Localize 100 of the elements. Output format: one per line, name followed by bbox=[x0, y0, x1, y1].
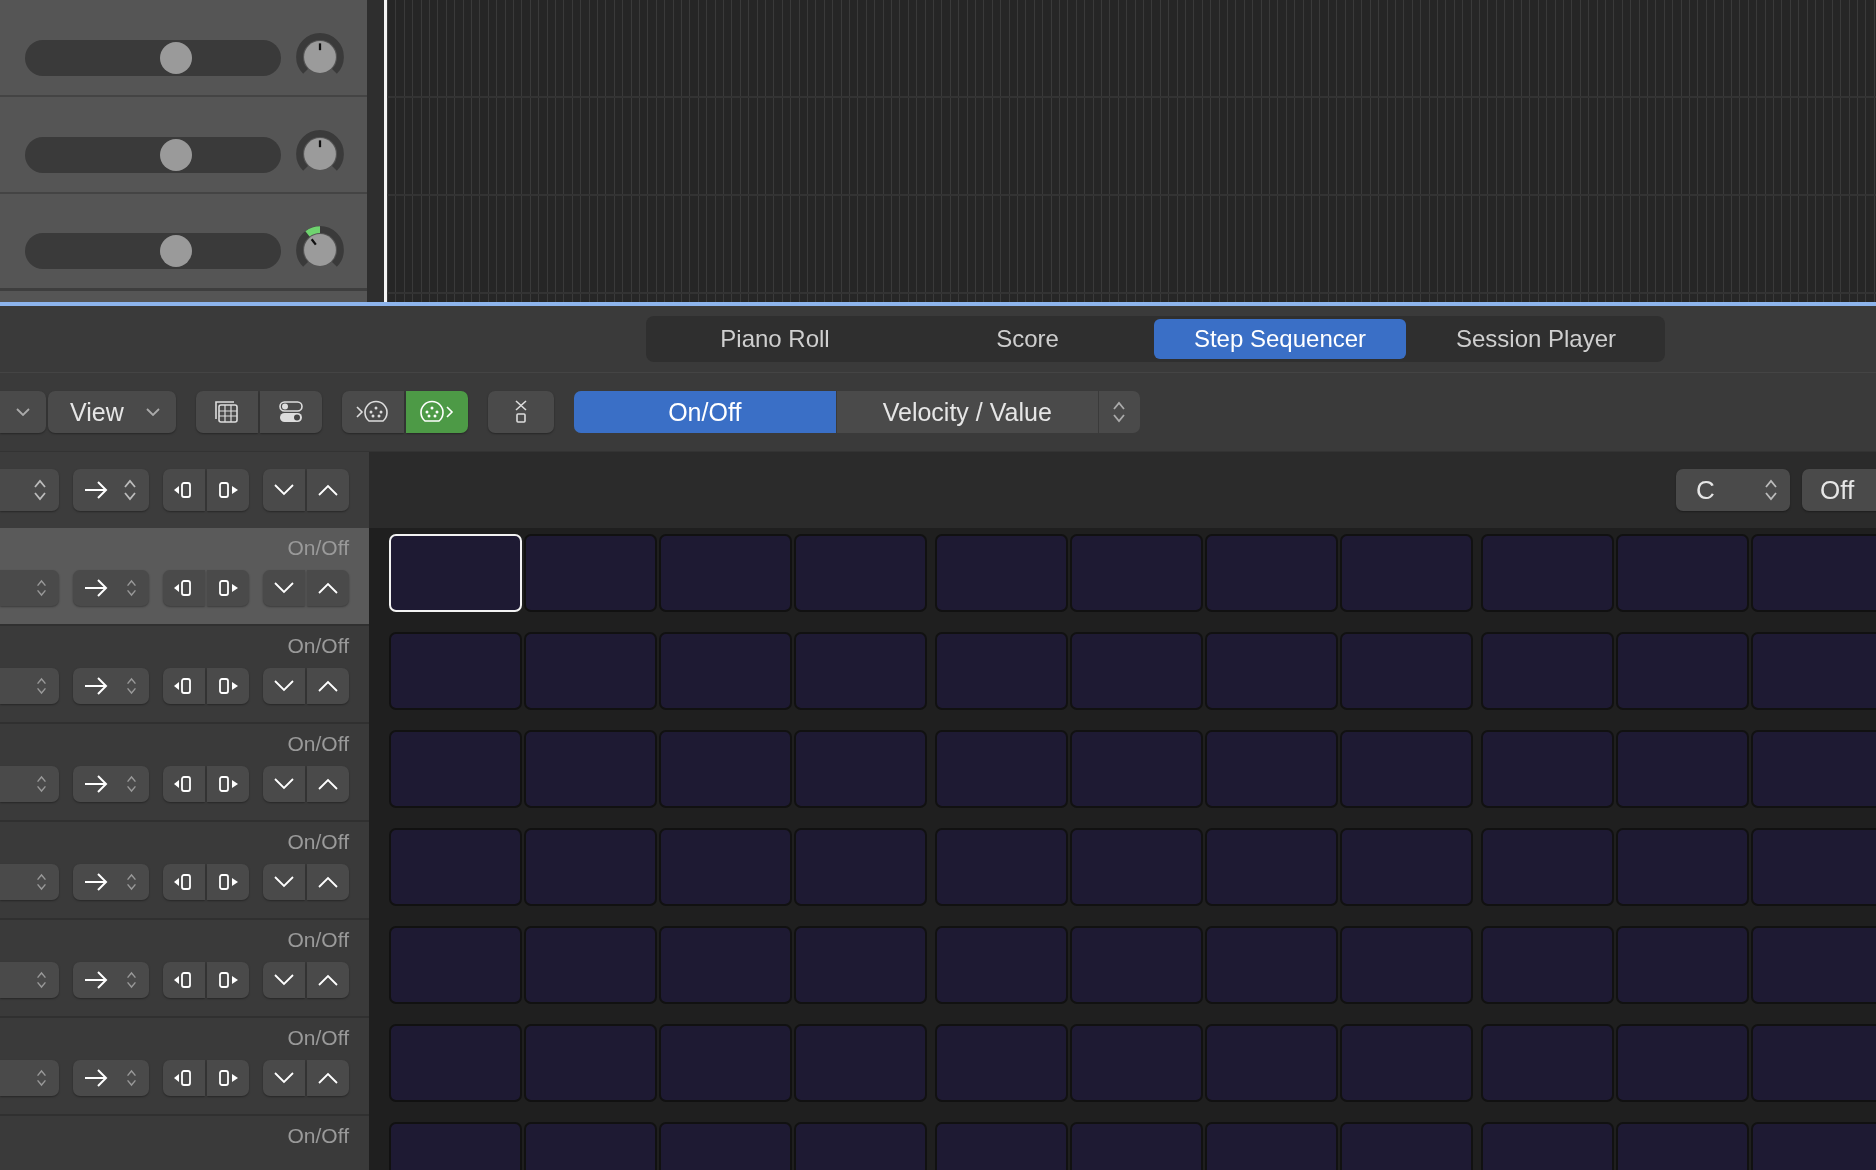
step-cell[interactable] bbox=[1481, 828, 1614, 906]
volume-slider-thumb[interactable] bbox=[159, 235, 192, 267]
shift-left-button[interactable] bbox=[163, 766, 205, 802]
row-header[interactable]: On/Off bbox=[0, 1018, 369, 1116]
direction-stepper[interactable] bbox=[73, 962, 149, 998]
direction-stepper[interactable] bbox=[73, 570, 149, 606]
volume-slider-thumb[interactable] bbox=[159, 139, 192, 171]
step-cell[interactable] bbox=[1205, 828, 1338, 906]
step-cell[interactable] bbox=[935, 534, 1068, 612]
step-cell[interactable] bbox=[389, 632, 522, 710]
row-header[interactable]: On/Off bbox=[0, 822, 369, 920]
note-stepper[interactable] bbox=[0, 469, 59, 511]
step-cell[interactable] bbox=[935, 828, 1068, 906]
step-cell[interactable] bbox=[1481, 926, 1614, 1004]
step-cell[interactable] bbox=[1751, 632, 1876, 710]
move-up-button[interactable] bbox=[307, 469, 349, 511]
step-cell[interactable] bbox=[935, 730, 1068, 808]
view-menu[interactable]: View bbox=[48, 391, 176, 433]
row-header[interactable]: On/Off bbox=[0, 1116, 369, 1170]
volume-slider[interactable] bbox=[25, 137, 281, 173]
step-cell[interactable] bbox=[659, 534, 792, 612]
edit-mode-option[interactable]: Velocity / Value bbox=[835, 391, 1098, 433]
move-down-button[interactable] bbox=[263, 962, 305, 998]
shift-left-button[interactable] bbox=[163, 962, 205, 998]
step-cell[interactable] bbox=[1205, 1024, 1338, 1102]
step-cell[interactable] bbox=[1481, 534, 1614, 612]
step-cell[interactable] bbox=[1340, 926, 1473, 1004]
step-cell[interactable] bbox=[1070, 1024, 1203, 1102]
move-up-button[interactable] bbox=[307, 864, 349, 900]
shift-right-button[interactable] bbox=[207, 668, 249, 704]
move-down-button[interactable] bbox=[263, 864, 305, 900]
editor-tab[interactable]: Step Sequencer bbox=[1154, 319, 1406, 359]
midi-out-button[interactable] bbox=[405, 391, 468, 433]
step-cell[interactable] bbox=[659, 926, 792, 1004]
step-cell[interactable] bbox=[1751, 926, 1876, 1004]
edit-mode-option[interactable]: On/Off bbox=[573, 391, 836, 433]
move-down-button[interactable] bbox=[263, 570, 305, 606]
grid-view-button[interactable] bbox=[195, 391, 258, 433]
row-header[interactable]: On/Off bbox=[0, 724, 369, 822]
step-cell[interactable] bbox=[389, 926, 522, 1004]
move-up-button[interactable] bbox=[307, 766, 349, 802]
step-cell[interactable] bbox=[389, 1024, 522, 1102]
step-cell[interactable] bbox=[1616, 828, 1749, 906]
step-cell[interactable] bbox=[1616, 534, 1749, 612]
step-cell[interactable] bbox=[935, 632, 1068, 710]
step-cell[interactable] bbox=[659, 632, 792, 710]
move-down-button[interactable] bbox=[263, 469, 305, 511]
step-cell[interactable] bbox=[524, 534, 657, 612]
step-cell[interactable] bbox=[935, 926, 1068, 1004]
editor-tab[interactable]: Session Player bbox=[1410, 319, 1662, 359]
step-cell[interactable] bbox=[1751, 828, 1876, 906]
direction-stepper[interactable] bbox=[73, 766, 149, 802]
step-cell[interactable] bbox=[1751, 534, 1876, 612]
editor-tab[interactable]: Score bbox=[905, 319, 1150, 359]
step-cell[interactable] bbox=[1340, 632, 1473, 710]
step-cell[interactable] bbox=[1340, 828, 1473, 906]
step-cell[interactable] bbox=[659, 1024, 792, 1102]
step-cell[interactable] bbox=[794, 534, 927, 612]
move-down-button[interactable] bbox=[263, 1060, 305, 1096]
step-cell[interactable] bbox=[389, 730, 522, 808]
step-cell[interactable] bbox=[794, 632, 927, 710]
step-cell[interactable] bbox=[794, 926, 927, 1004]
step-cell[interactable] bbox=[659, 828, 792, 906]
toggles-button[interactable] bbox=[259, 391, 322, 433]
step-cell[interactable] bbox=[1070, 534, 1203, 612]
menu-dropdown[interactable] bbox=[0, 391, 46, 433]
row-header[interactable]: On/Off bbox=[0, 626, 369, 724]
shift-right-button[interactable] bbox=[207, 570, 249, 606]
step-cell[interactable] bbox=[1340, 534, 1473, 612]
shift-right-button[interactable] bbox=[207, 469, 249, 511]
direction-stepper[interactable] bbox=[73, 1060, 149, 1096]
shift-left-button[interactable] bbox=[163, 668, 205, 704]
step-cell[interactable] bbox=[524, 730, 657, 808]
midi-in-button[interactable] bbox=[341, 391, 404, 433]
scale-menu[interactable]: Off bbox=[1802, 469, 1876, 511]
step-cell[interactable] bbox=[794, 1024, 927, 1102]
shift-right-button[interactable] bbox=[207, 864, 249, 900]
step-cell[interactable] bbox=[1481, 1024, 1614, 1102]
move-up-button[interactable] bbox=[307, 1060, 349, 1096]
step-cell[interactable] bbox=[1616, 1024, 1749, 1102]
step-cell[interactable] bbox=[659, 730, 792, 808]
move-up-button[interactable] bbox=[307, 668, 349, 704]
shift-right-button[interactable] bbox=[207, 1060, 249, 1096]
step-cell[interactable] bbox=[1481, 632, 1614, 710]
volume-slider[interactable] bbox=[25, 40, 281, 76]
shift-left-button[interactable] bbox=[163, 570, 205, 606]
move-up-button[interactable] bbox=[307, 570, 349, 606]
shift-left-button[interactable] bbox=[163, 469, 205, 511]
move-down-button[interactable] bbox=[263, 766, 305, 802]
volume-slider[interactable] bbox=[25, 233, 281, 269]
move-down-button[interactable] bbox=[263, 668, 305, 704]
step-cell[interactable] bbox=[935, 1024, 1068, 1102]
step-cell[interactable] bbox=[1205, 926, 1338, 1004]
direction-stepper[interactable] bbox=[73, 668, 149, 704]
step-cell[interactable] bbox=[794, 828, 927, 906]
shift-right-button[interactable] bbox=[207, 962, 249, 998]
step-cell[interactable] bbox=[524, 926, 657, 1004]
step-cell[interactable] bbox=[1616, 730, 1749, 808]
step-cell[interactable] bbox=[389, 828, 522, 906]
row-header[interactable]: On/Off bbox=[0, 920, 369, 1018]
